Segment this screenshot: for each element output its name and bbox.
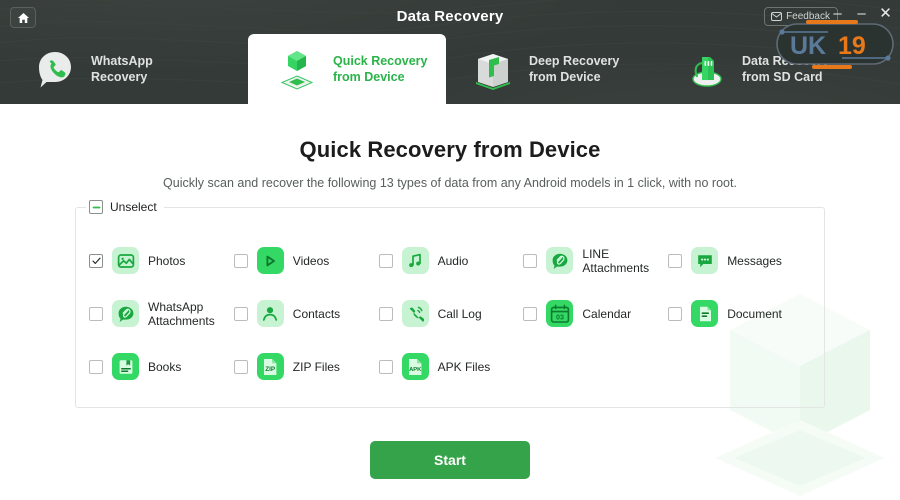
minimize-button[interactable]: – xyxy=(831,6,844,21)
feedback-button[interactable]: Feedback xyxy=(764,7,838,26)
data-type-apk-files[interactable]: APK APK Files xyxy=(378,340,524,393)
tab-label: Deep Recovery from Device xyxy=(529,54,620,84)
window-controls: – – ✕ xyxy=(831,6,892,21)
calendar-label: Calendar xyxy=(582,306,632,321)
messages-icon xyxy=(691,247,719,274)
deep-box-icon xyxy=(470,46,516,92)
tab-whatsapp-recovery[interactable]: WhatsApp Recovery xyxy=(0,34,248,104)
data-type-photos[interactable]: Photos xyxy=(89,234,234,287)
tab-label: WhatsApp Recovery xyxy=(91,54,153,84)
data-types-grid: Photos Videos Audio LINE Attachments Mes… xyxy=(89,234,813,393)
data-type-contacts[interactable]: Contacts xyxy=(233,287,379,340)
tab-label: Quick Recovery from Device xyxy=(333,54,428,84)
data-type-empty-slot xyxy=(668,340,813,393)
document-checkbox[interactable] xyxy=(668,306,683,321)
call-log-icon xyxy=(401,300,429,327)
videos-label: Videos xyxy=(292,253,330,268)
line-attachments-icon xyxy=(546,247,574,274)
zip-files-icon: ZIP xyxy=(256,353,284,380)
data-types-row: Photos Videos Audio LINE Attachments Mes… xyxy=(89,234,813,287)
contacts-label: Contacts xyxy=(292,306,341,321)
zip-files-checkbox[interactable] xyxy=(233,359,248,374)
whatsapp-attachments-label: WhatsApp Attachments xyxy=(148,299,215,328)
start-button[interactable]: Start xyxy=(370,441,530,479)
data-type-document[interactable]: Document xyxy=(668,287,813,340)
select-all-checkbox[interactable] xyxy=(89,200,103,214)
close-button[interactable]: ✕ xyxy=(879,6,892,21)
calendar-icon: 03 xyxy=(546,300,574,327)
audio-label: Audio xyxy=(437,253,469,268)
tab-deep-recovery-from-device[interactable]: Deep Recovery from Device xyxy=(446,34,661,104)
main-content: Quick Recovery from Device Quickly scan … xyxy=(0,104,900,500)
title-bar-area: Data Recovery Feedback – – ✕ WhatsApp Re… xyxy=(0,0,900,104)
feedback-label: Feedback xyxy=(786,11,830,22)
calendar-icon-day: 03 xyxy=(556,312,564,321)
module-tabs: WhatsApp Recovery Quick Recovery from De… xyxy=(0,34,900,104)
select-all-control[interactable]: Unselect xyxy=(86,197,164,217)
videos-checkbox[interactable] xyxy=(233,253,248,268)
line-attachments-checkbox[interactable] xyxy=(523,253,538,268)
tab-label: Data Recovery from SD Card xyxy=(742,54,829,84)
page-subtitle: Quickly scan and recover the following 1… xyxy=(163,176,737,190)
books-checkbox[interactable] xyxy=(89,359,103,374)
photos-checkbox[interactable] xyxy=(89,253,103,268)
calendar-checkbox[interactable] xyxy=(523,306,538,321)
books-icon xyxy=(112,353,139,380)
whatsapp-phone-icon xyxy=(32,46,78,92)
photos-label: Photos xyxy=(148,253,186,268)
data-types-panel: Unselect Photos Videos Audio LINE Attach… xyxy=(75,197,825,408)
page-title: Quick Recovery from Device xyxy=(299,137,601,162)
apk-files-icon: APK xyxy=(401,353,429,380)
data-type-calendar[interactable]: 03 Calendar xyxy=(523,287,668,340)
line-attachments-label: LINE Attachments xyxy=(582,246,650,275)
tab-quick-recovery-from-device[interactable]: Quick Recovery from Device xyxy=(248,34,446,104)
apk-icon-text: APK xyxy=(409,367,422,373)
data-type-videos[interactable]: Videos xyxy=(233,234,379,287)
select-all-label: Unselect xyxy=(110,200,157,214)
books-label: Books xyxy=(148,359,182,374)
data-types-row: WhatsApp Attachments Contacts Call Log 0… xyxy=(89,287,813,340)
document-label: Document xyxy=(727,306,782,321)
quick-cube-icon xyxy=(274,46,320,92)
data-type-empty-slot xyxy=(523,340,668,393)
zip-icon-text: ZIP xyxy=(266,366,277,373)
apk-files-label: APK Files xyxy=(437,359,491,374)
messages-label: Messages xyxy=(727,253,782,268)
data-type-books[interactable]: Books xyxy=(89,340,234,393)
audio-icon xyxy=(401,247,429,274)
sd-card-icon xyxy=(683,46,729,92)
envelope-icon xyxy=(771,12,783,21)
data-type-call-log[interactable]: Call Log xyxy=(378,287,524,340)
call-log-label: Call Log xyxy=(437,306,482,321)
data-type-messages[interactable]: Messages xyxy=(668,234,813,287)
audio-checkbox[interactable] xyxy=(378,253,393,268)
photos-icon xyxy=(112,247,139,274)
contacts-checkbox[interactable] xyxy=(233,306,248,321)
messages-checkbox[interactable] xyxy=(668,253,683,268)
zip-files-label: ZIP Files xyxy=(292,359,340,374)
data-type-audio[interactable]: Audio xyxy=(378,234,524,287)
title-bar: Data Recovery Feedback – – ✕ xyxy=(0,0,900,34)
data-type-whatsapp-attachments[interactable]: WhatsApp Attachments xyxy=(89,287,234,340)
call-log-checkbox[interactable] xyxy=(378,306,393,321)
data-types-row: Books ZIP ZIP Files APK APK Files xyxy=(89,340,813,393)
app-window: Data Recovery Feedback – – ✕ WhatsApp Re… xyxy=(0,0,900,500)
whatsapp-attachments-checkbox[interactable] xyxy=(89,306,103,321)
document-icon xyxy=(691,300,719,327)
data-type-line-attachments[interactable]: LINE Attachments xyxy=(523,234,668,287)
apk-files-checkbox[interactable] xyxy=(378,359,393,374)
minus-icon xyxy=(92,206,100,208)
tab-data-recovery-from-sd-card[interactable]: Data Recovery from SD Card xyxy=(661,34,900,104)
videos-icon xyxy=(256,247,284,274)
whatsapp-attachments-icon xyxy=(112,300,139,327)
check-icon xyxy=(91,257,101,264)
contacts-icon xyxy=(256,300,284,327)
data-type-zip-files[interactable]: ZIP ZIP Files xyxy=(233,340,379,393)
maximize-button[interactable]: – xyxy=(855,6,868,21)
